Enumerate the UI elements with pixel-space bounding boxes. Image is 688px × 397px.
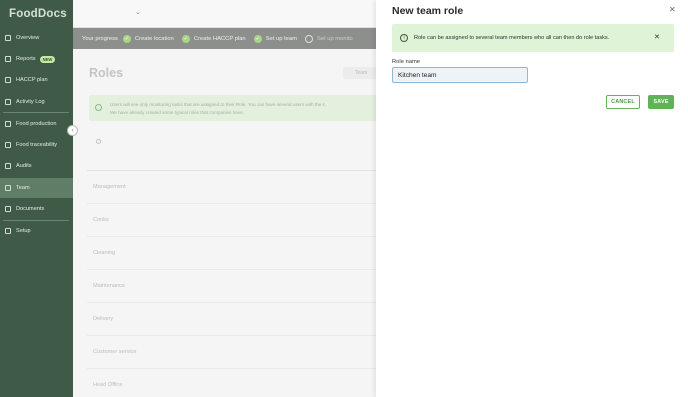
- info-alert: i Role can be assigned to several team m…: [392, 24, 674, 52]
- role-name: Head Office: [93, 382, 123, 388]
- empty-circle-icon: [304, 34, 313, 43]
- production-icon: [5, 121, 11, 127]
- table-row[interactable]: Cooks: [87, 204, 388, 237]
- role-name: Maintenance: [93, 283, 126, 289]
- info-line: We have already created some typical rol…: [110, 110, 244, 115]
- clipboard-icon: [5, 163, 11, 169]
- sidebar-item-label: Audits: [16, 163, 32, 169]
- page-title: Roles: [89, 66, 124, 80]
- new-team-role-panel: New team role ✕ i Role can be assigned t…: [376, 0, 688, 397]
- user-icon: [5, 185, 11, 191]
- sidebar-item-haccp-plan[interactable]: HACCP plan: [0, 70, 73, 90]
- book-icon: [5, 77, 11, 83]
- progress-step[interactable]: ✓ Set up team: [253, 34, 297, 43]
- close-icon[interactable]: ✕: [669, 5, 676, 14]
- progress-step[interactable]: ✓ Create location: [122, 34, 174, 43]
- alert-text: Role can be assigned to several team mem…: [414, 35, 610, 41]
- sidebar: FoodDocs Overview Reports NEW HACCP plan…: [0, 0, 73, 397]
- role-name: Cleaning: [93, 250, 116, 256]
- progress-step[interactable]: ✓ Create HACCP plan: [181, 34, 246, 43]
- report-icon: [5, 56, 11, 62]
- role-name: Customer service: [93, 349, 137, 355]
- sidebar-item-documents[interactable]: Documents: [0, 199, 73, 219]
- search-icon[interactable]: [96, 139, 101, 144]
- panel-title: New team role: [392, 5, 464, 17]
- search-icon: [5, 142, 11, 148]
- chart-icon: [5, 99, 11, 105]
- sidebar-item-label: HACCP plan: [16, 77, 48, 83]
- sidebar-item-label: Activity Log: [16, 99, 45, 105]
- role-name: Management: [93, 184, 126, 190]
- sidebar-item-team[interactable]: Team: [0, 178, 73, 198]
- new-badge: NEW: [39, 55, 56, 63]
- role-name-label: Role name: [392, 59, 421, 65]
- sidebar-item-label: Setup: [16, 228, 31, 234]
- table-row[interactable]: Cleaning: [87, 237, 388, 270]
- sidebar-item-setup[interactable]: Setup: [0, 221, 73, 241]
- info-banner-text: Users will see only monitoring tasks tha…: [110, 101, 380, 117]
- document-icon: [5, 206, 11, 212]
- progress-step-label: Create location: [134, 35, 174, 42]
- table-row[interactable]: Management: [87, 171, 388, 204]
- sidebar-item-label: Food traceability: [16, 142, 58, 148]
- sidebar-item-activity-log[interactable]: Activity Log: [0, 92, 73, 112]
- table-row[interactable]: Delivery: [87, 303, 388, 336]
- info-banner: Users will see only monitoring tasks tha…: [89, 95, 384, 121]
- sidebar-item-audits[interactable]: Audits: [0, 156, 73, 176]
- progress-step[interactable]: Set up monito: [304, 34, 353, 43]
- sidebar-item-food-traceability[interactable]: Food traceability: [0, 135, 73, 155]
- check-icon: ✓: [181, 34, 190, 43]
- progress-step-label: Set up team: [265, 35, 297, 42]
- info-icon: [95, 104, 102, 111]
- sidebar-item-label: Reports: [16, 56, 36, 62]
- role-name-input[interactable]: [392, 67, 528, 83]
- role-name: Cooks: [93, 217, 109, 223]
- chevron-down-icon[interactable]: ⌄: [135, 8, 141, 16]
- progress-step-label: Set up monito: [316, 35, 353, 42]
- sidebar-item-label: Overview: [16, 35, 40, 41]
- save-button[interactable]: SAVE: [648, 95, 674, 109]
- sidebar-item-label: Team: [16, 185, 30, 191]
- sidebar-item-label: Food production: [16, 121, 57, 127]
- app-logo: FoodDocs: [9, 8, 67, 20]
- sidebar-item-label: Documents: [16, 206, 45, 212]
- check-icon: ✓: [122, 34, 131, 43]
- table-row[interactable]: Customer service: [87, 336, 388, 369]
- gear-icon: [5, 228, 11, 234]
- info-icon: i: [400, 34, 408, 42]
- cancel-button[interactable]: CANCEL: [606, 95, 640, 109]
- sidebar-item-reports[interactable]: Reports NEW: [0, 49, 73, 69]
- table-row[interactable]: Maintenance: [87, 270, 388, 303]
- home-icon: [5, 35, 11, 41]
- progress-step-label: Create HACCP plan: [193, 35, 246, 42]
- collapse-sidebar-button[interactable]: ‹: [67, 125, 78, 136]
- progress-label: Your progress: [82, 35, 118, 42]
- sidebar-item-overview[interactable]: Overview: [0, 28, 73, 48]
- table-row[interactable]: Head Office: [87, 369, 388, 397]
- sidebar-divider: [3, 112, 69, 113]
- role-name: Delivery: [93, 316, 114, 322]
- close-icon[interactable]: ✕: [654, 33, 660, 41]
- sidebar-item-food-production[interactable]: Food production: [0, 114, 73, 134]
- info-line: Users will see only monitoring tasks tha…: [110, 102, 325, 107]
- check-icon: ✓: [253, 34, 262, 43]
